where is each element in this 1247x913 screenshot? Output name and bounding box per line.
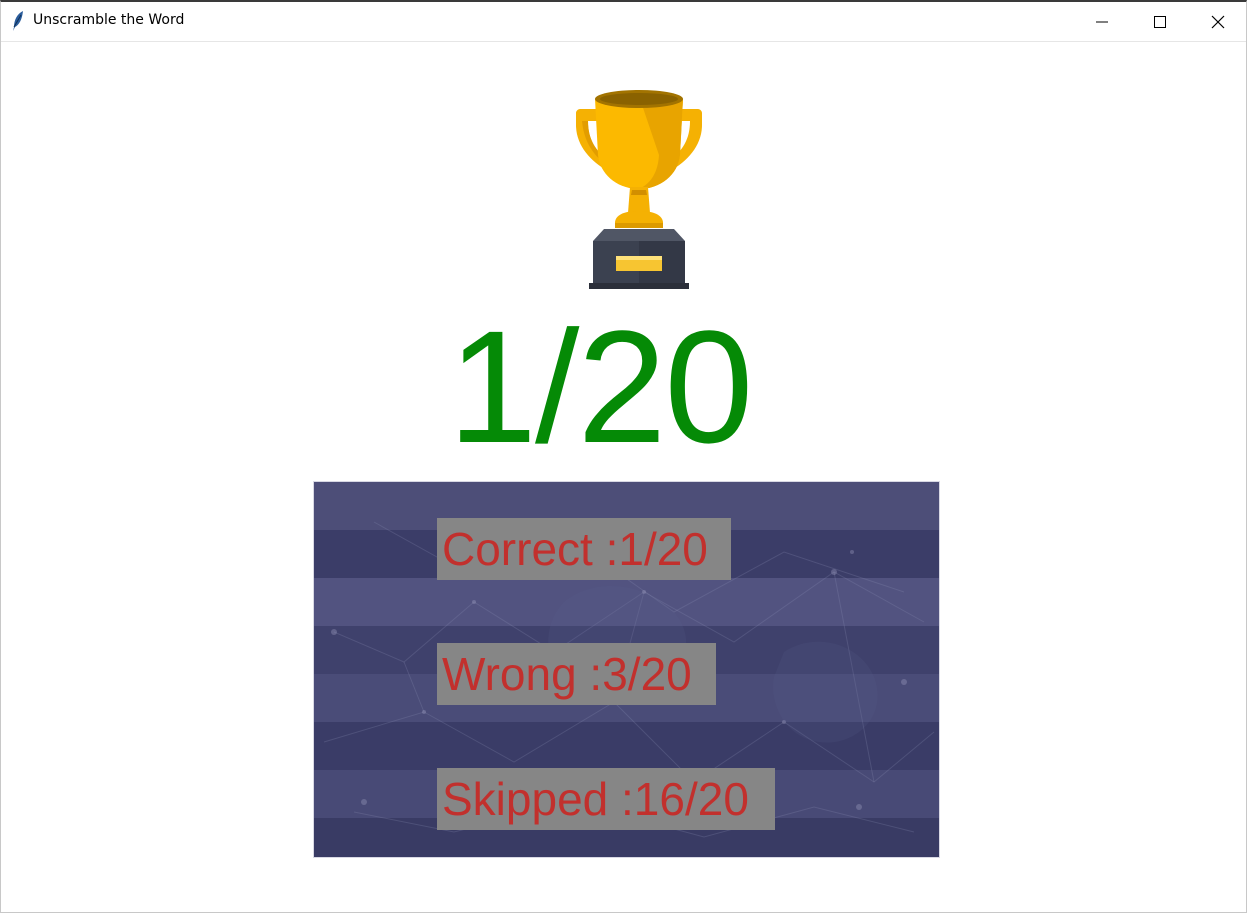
stats-panel: Correct :1/20 Wrong :3/20 Skipped :16/20: [313, 481, 940, 858]
trophy-icon: [576, 90, 702, 289]
wrong-count-label: Wrong :3/20: [437, 643, 716, 705]
skipped-count-label: Skipped :16/20: [437, 768, 775, 830]
title-bar[interactable]: Unscramble the Word: [1, 2, 1246, 42]
correct-count-label: Correct :1/20: [437, 518, 731, 580]
close-button[interactable]: [1189, 2, 1247, 41]
maximize-button[interactable]: [1131, 2, 1189, 41]
window-title: Unscramble the Word: [33, 12, 185, 28]
app-window: Unscramble the Word 1/20 Correct:1/20 W…: [0, 0, 1247, 913]
maximize-icon: [1154, 16, 1166, 28]
minimize-button[interactable]: [1073, 2, 1131, 41]
score-display: 1/20: [448, 297, 753, 476]
feather-icon: [13, 11, 23, 31]
minimize-icon: [1096, 21, 1108, 23]
close-icon: [1211, 15, 1225, 29]
